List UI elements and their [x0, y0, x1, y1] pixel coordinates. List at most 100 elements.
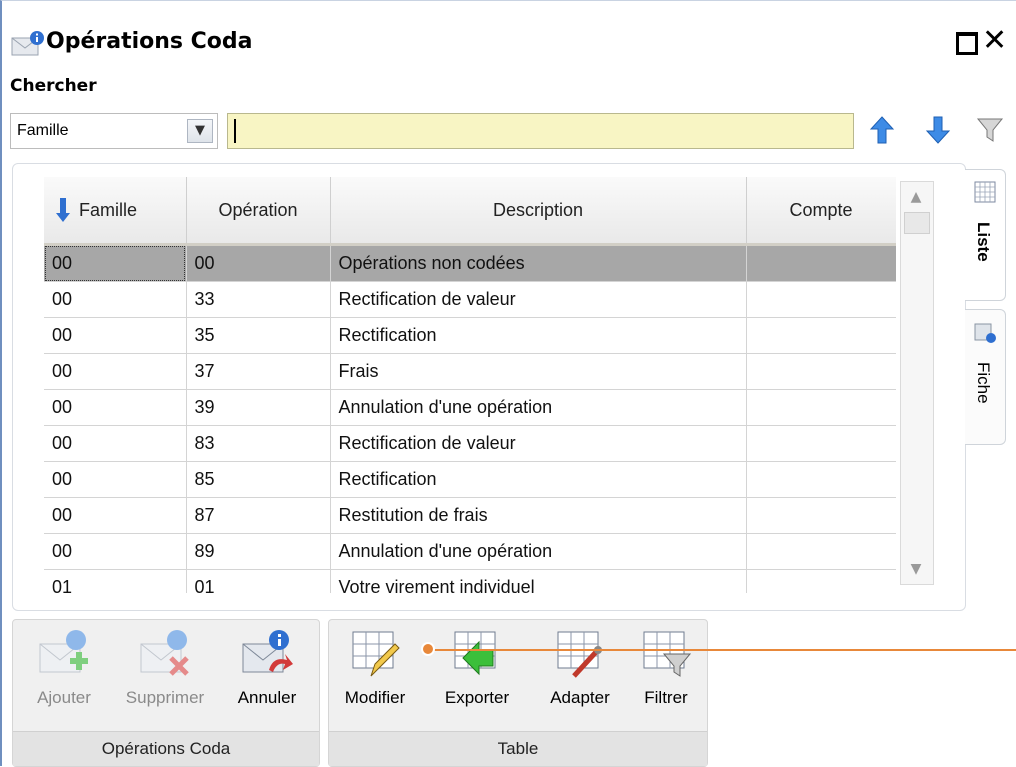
- search-field-select[interactable]: Famille ▼: [10, 113, 218, 149]
- export-button-label: Exporter: [425, 688, 529, 708]
- cell-compte[interactable]: [746, 426, 896, 462]
- scroll-up-icon[interactable]: ▲: [903, 186, 929, 208]
- table-edit-icon: [347, 626, 403, 682]
- table-row[interactable]: 00 37 Frais: [44, 354, 896, 390]
- table-row[interactable]: 01 01 Votre virement individuel: [44, 570, 896, 594]
- cell-operation[interactable]: 89: [186, 534, 330, 570]
- close-button[interactable]: ✕: [982, 29, 1006, 53]
- cell-compte[interactable]: [746, 498, 896, 534]
- cell-description[interactable]: Annulation d'une opération: [330, 390, 746, 426]
- search-input[interactable]: [227, 113, 854, 149]
- column-header-operation[interactable]: Opération: [186, 177, 330, 245]
- cell-famille[interactable]: 00: [44, 426, 186, 462]
- operations-table[interactable]: Famille Opération Description Compte 00 …: [44, 177, 896, 593]
- cell-description[interactable]: Rectification: [330, 318, 746, 354]
- delete-button-label: Supprimer: [113, 688, 217, 708]
- export-button[interactable]: Exporter: [425, 620, 529, 732]
- cell-famille[interactable]: 00: [44, 390, 186, 426]
- chevron-down-icon[interactable]: ▼: [187, 119, 213, 143]
- ribbon-group-label: Opérations Coda: [13, 731, 319, 766]
- cell-operation[interactable]: 85: [186, 462, 330, 498]
- cell-compte[interactable]: [746, 462, 896, 498]
- annotation-dot: [421, 642, 435, 656]
- cell-description[interactable]: Rectification de valeur: [330, 426, 746, 462]
- cell-description[interactable]: Opérations non codées: [330, 245, 746, 282]
- tab-liste-label: Liste: [973, 222, 993, 262]
- cell-famille[interactable]: 00: [44, 354, 186, 390]
- arrow-up-icon[interactable]: [868, 115, 896, 145]
- cell-description[interactable]: Frais: [330, 354, 746, 390]
- envelope-add-icon: [36, 626, 92, 682]
- table-export-icon: [449, 626, 505, 682]
- cell-compte[interactable]: [746, 245, 896, 282]
- tab-fiche-label: Fiche: [973, 362, 993, 404]
- cell-description[interactable]: Rectification: [330, 462, 746, 498]
- ribbon-group-operations-coda: Ajouter Supprimer Annuler Opérations Cod…: [12, 619, 320, 767]
- tab-fiche[interactable]: Fiche: [965, 309, 1006, 445]
- cell-description[interactable]: Rectification de valeur: [330, 282, 746, 318]
- cell-operation[interactable]: 39: [186, 390, 330, 426]
- cell-famille[interactable]: 01: [44, 570, 186, 594]
- tab-liste[interactable]: Liste: [965, 169, 1006, 301]
- table-row[interactable]: 00 33 Rectification de valeur: [44, 282, 896, 318]
- cell-compte[interactable]: [746, 570, 896, 594]
- title-bar: Opérations Coda ✕: [10, 25, 1010, 61]
- filter-table-button-label: Filtrer: [629, 688, 703, 708]
- modify-button[interactable]: Modifier: [333, 620, 417, 732]
- cell-description[interactable]: Restitution de frais: [330, 498, 746, 534]
- column-header-description[interactable]: Description: [330, 177, 746, 245]
- cell-operation[interactable]: 35: [186, 318, 330, 354]
- column-header-famille[interactable]: Famille: [44, 177, 186, 245]
- cell-operation[interactable]: 37: [186, 354, 330, 390]
- cell-operation[interactable]: 83: [186, 426, 330, 462]
- table-row[interactable]: 00 87 Restitution de frais: [44, 498, 896, 534]
- maximize-icon: [956, 32, 978, 55]
- cell-famille[interactable]: 00: [44, 534, 186, 570]
- table-row[interactable]: 00 89 Annulation d'une opération: [44, 534, 896, 570]
- cell-compte[interactable]: [746, 318, 896, 354]
- cell-famille[interactable]: 00: [44, 462, 186, 498]
- cell-compte[interactable]: [746, 390, 896, 426]
- arrow-down-icon[interactable]: [924, 115, 952, 145]
- table-row[interactable]: 00 35 Rectification: [44, 318, 896, 354]
- cell-compte[interactable]: [746, 354, 896, 390]
- add-button[interactable]: Ajouter: [19, 620, 109, 732]
- text-caret: [234, 119, 236, 143]
- cell-operation[interactable]: 01: [186, 570, 330, 594]
- record-card-icon: [973, 320, 997, 344]
- cell-famille[interactable]: 00: [44, 282, 186, 318]
- cell-description[interactable]: Annulation d'une opération: [330, 534, 746, 570]
- delete-button[interactable]: Supprimer: [113, 620, 217, 732]
- ribbon-group-label: Table: [329, 731, 707, 766]
- modify-button-label: Modifier: [333, 688, 417, 708]
- table-adapt-icon: [552, 626, 608, 682]
- search-label: Chercher: [10, 76, 97, 96]
- table-row[interactable]: 00 39 Annulation d'une opération: [44, 390, 896, 426]
- envelope-undo-icon: [239, 626, 295, 682]
- cell-compte[interactable]: [746, 282, 896, 318]
- table-row[interactable]: 00 00 Opérations non codées: [44, 245, 896, 282]
- cell-operation[interactable]: 00: [186, 245, 330, 282]
- cancel-button-label: Annuler: [221, 688, 313, 708]
- table-header-row: Famille Opération Description Compte: [44, 177, 896, 245]
- table-row[interactable]: 00 83 Rectification de valeur: [44, 426, 896, 462]
- maximize-button[interactable]: [954, 29, 978, 53]
- cell-operation[interactable]: 33: [186, 282, 330, 318]
- cell-famille[interactable]: 00: [44, 318, 186, 354]
- cell-famille[interactable]: 00: [44, 498, 186, 534]
- ribbon-group-table: Modifier Exporter Adapter Filtrer Table: [328, 619, 708, 767]
- column-header-compte[interactable]: Compte: [746, 177, 896, 245]
- table-row[interactable]: 00 85 Rectification: [44, 462, 896, 498]
- filter-table-button[interactable]: Filtrer: [629, 620, 703, 732]
- vertical-scrollbar[interactable]: ▲ ▼: [900, 181, 934, 585]
- cancel-button[interactable]: Annuler: [221, 620, 313, 732]
- scroll-thumb[interactable]: [904, 212, 930, 234]
- cell-compte[interactable]: [746, 534, 896, 570]
- annotation-line: [428, 649, 1016, 651]
- filter-icon[interactable]: [976, 115, 1004, 145]
- scroll-down-icon[interactable]: ▼: [903, 558, 929, 580]
- cell-description[interactable]: Votre virement individuel: [330, 570, 746, 594]
- adapt-button[interactable]: Adapter: [535, 620, 625, 732]
- cell-operation[interactable]: 87: [186, 498, 330, 534]
- cell-famille[interactable]: 00: [44, 245, 186, 282]
